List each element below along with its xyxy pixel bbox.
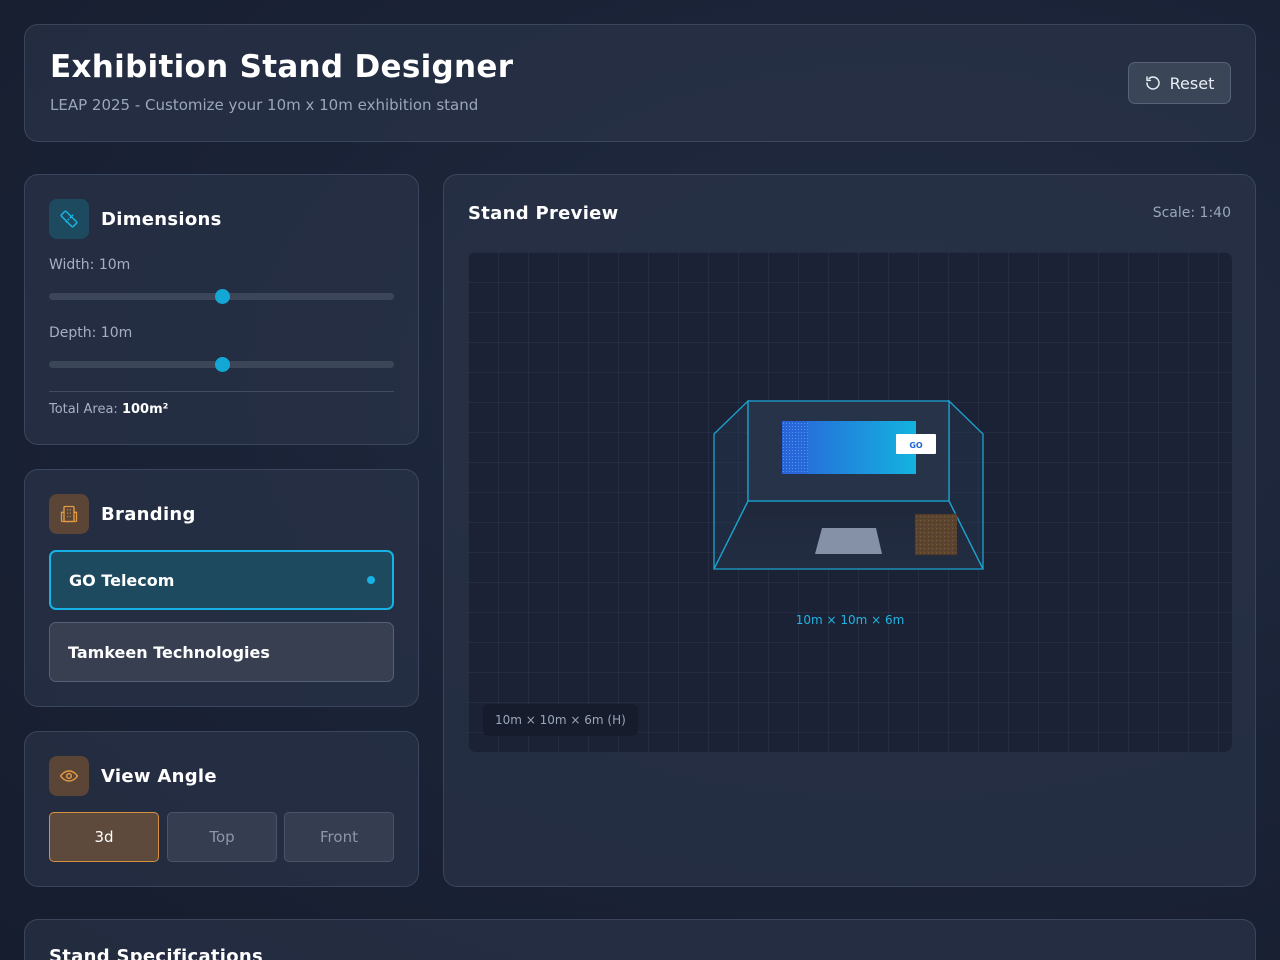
wooden-crate	[914, 513, 958, 556]
preview-canvas[interactable]: GO 10m × 10m × 6m 10m × 10m × 6m (H)	[468, 252, 1232, 752]
ruler-icon	[49, 199, 89, 239]
width-slider-thumb[interactable]	[214, 289, 230, 304]
stand-preview-panel: Stand Preview Scale: 1:40 GO 10m × 10m ×…	[443, 174, 1256, 887]
view-3d-button[interactable]: 3d	[49, 812, 159, 862]
reception-counter	[815, 528, 882, 554]
reset-button[interactable]: Reset	[1128, 62, 1231, 104]
view-angle-header: View Angle	[49, 756, 217, 796]
depth-slider-thumb[interactable]	[214, 357, 230, 372]
brand-option-label: Tamkeen Technologies	[68, 642, 270, 662]
divider	[49, 391, 394, 392]
branding-header: Branding	[49, 494, 196, 534]
total-area: Total Area: 100m²	[49, 402, 168, 417]
view-angle-panel: View Angle 3d Top Front	[24, 731, 419, 887]
view-top-button[interactable]: Top	[167, 812, 277, 862]
screen-texture	[782, 421, 808, 474]
header-card: Exhibition Stand Designer LEAP 2025 - Cu…	[24, 24, 1256, 142]
depth-label: Depth: 10m	[49, 325, 133, 341]
brand-option-go-telecom[interactable]: GO Telecom	[49, 550, 394, 610]
dimensions-badge: 10m × 10m × 6m (H)	[483, 704, 638, 736]
total-area-value: 100m²	[121, 402, 169, 417]
eye-icon	[49, 756, 89, 796]
specs-title: Stand Specifications	[49, 946, 264, 960]
reset-label: Reset	[1169, 73, 1215, 93]
screen-logo-text: GO	[909, 441, 923, 450]
stand-specifications-panel: Stand Specifications	[24, 919, 1256, 960]
preview-title: Stand Preview	[468, 203, 619, 224]
width-slider[interactable]	[49, 289, 394, 304]
scale-label: Scale: 1:40	[1152, 205, 1231, 221]
rotate-ccw-icon	[1145, 76, 1160, 90]
total-area-label: Total Area:	[49, 402, 118, 417]
dimensions-panel: Dimensions Width: 10m Depth: 10m Total A…	[24, 174, 419, 445]
brand-option-label: GO Telecom	[69, 570, 175, 590]
view-angle-title: View Angle	[101, 765, 217, 787]
width-label: Width: 10m	[49, 257, 131, 273]
stand-3d-model: GO	[712, 399, 985, 570]
building-icon	[49, 494, 89, 534]
selected-indicator	[367, 576, 375, 584]
dimensions-header: Dimensions	[49, 199, 222, 239]
brand-option-tamkeen[interactable]: Tamkeen Technologies	[49, 622, 394, 682]
depth-slider[interactable]	[49, 357, 394, 372]
branding-title: Branding	[101, 503, 196, 525]
view-front-button[interactable]: Front	[284, 812, 394, 862]
page-subtitle: LEAP 2025 - Customize your 10m x 10m exh…	[50, 96, 479, 114]
page-title: Exhibition Stand Designer	[50, 49, 514, 85]
branding-panel: Branding GO Telecom Tamkeen Technologies	[24, 469, 419, 707]
dimensions-caption: 10m × 10m × 6m	[795, 613, 905, 627]
dimensions-title: Dimensions	[101, 208, 222, 230]
